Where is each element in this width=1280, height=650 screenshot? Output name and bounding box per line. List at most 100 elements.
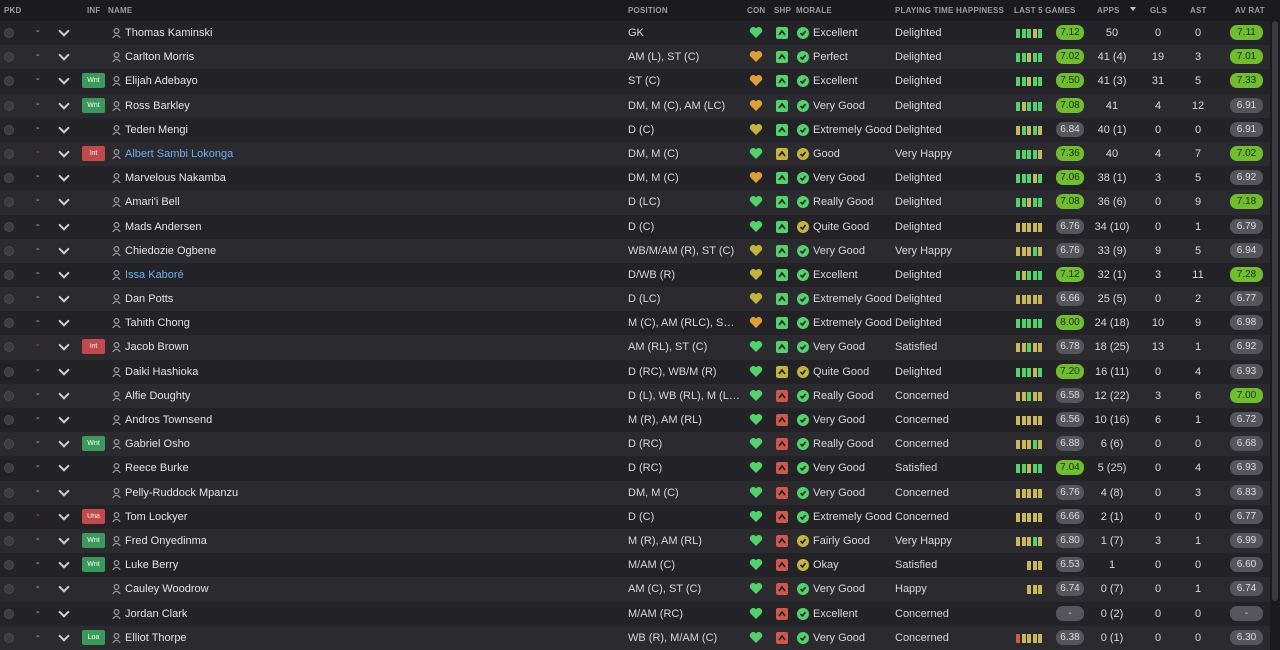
header-ast[interactable]: AST: [1190, 6, 1207, 15]
pick-radio[interactable]: [4, 294, 14, 305]
table-row[interactable]: - Chiedozie Ogbene WB/M/AM (R), ST (C) Very…: [0, 238, 1270, 263]
chevron-down-icon[interactable]: [58, 315, 70, 327]
table-row[interactable]: - Daiki Hashioka D (RC), WB/M (R) Quite Goo…: [0, 359, 1270, 384]
table-row[interactable]: - Loa Elliot Thorpe WB (R), M/AM (C) Very Go…: [0, 625, 1270, 650]
pick-radio[interactable]: [4, 415, 14, 425]
player-name[interactable]: Marvelous Nakamba: [125, 172, 226, 184]
table-row[interactable]: - Wnt Fred Onyedinma M (R), AM (RL) Fairly G…: [0, 528, 1270, 554]
table-row[interactable]: - Alfie Doughty D (L), WB (RL), M (L),... R…: [0, 383, 1270, 408]
player-name[interactable]: Chiedozie Ogbene: [125, 245, 216, 257]
player-name[interactable]: Alfie Doughty: [125, 390, 190, 402]
chevron-down-icon[interactable]: [58, 194, 70, 206]
player-name[interactable]: Teden Mengi: [125, 124, 188, 136]
pick-radio[interactable]: [4, 148, 14, 159]
player-name[interactable]: Elliot Thorpe: [125, 632, 187, 644]
chevron-down-icon[interactable]: [58, 291, 70, 303]
pick-radio[interactable]: [4, 439, 14, 450]
chevron-down-icon[interactable]: [58, 460, 70, 473]
player-name[interactable]: Jacob Brown: [125, 341, 189, 353]
chevron-down-icon[interactable]: [58, 557, 70, 569]
pick-radio[interactable]: [4, 390, 14, 401]
pick-radio[interactable]: [4, 245, 14, 256]
chevron-down-icon[interactable]: [58, 605, 70, 618]
chevron-down-icon[interactable]: [58, 388, 70, 400]
table-row[interactable]: - Issa Kaboré D/WB (R) Excellent Delighted 7.…: [0, 262, 1270, 288]
header-last5[interactable]: LAST 5 GAMES: [1014, 6, 1076, 15]
player-name[interactable]: Elijah Adebayo: [125, 75, 198, 87]
table-row[interactable]: - Una Tom Lockyer D (C) Extremely Good Concer…: [0, 504, 1270, 529]
pick-radio[interactable]: [4, 318, 14, 329]
table-row[interactable]: - Thomas Kaminski GK Excellent Delighted 7.12…: [0, 21, 1270, 46]
pick-radio[interactable]: [4, 511, 14, 522]
pick-radio[interactable]: [4, 342, 14, 353]
chevron-down-icon[interactable]: [58, 533, 70, 545]
chevron-down-icon[interactable]: [58, 122, 70, 134]
table-row[interactable]: - Reece Burke D (RC) Very Good Satisfied 7.04…: [0, 456, 1270, 481]
table-row[interactable]: - Wnt Luke Berry M/AM (C) Okay Satisfied 6.53 1…: [0, 553, 1270, 578]
header-pkd[interactable]: PKD: [4, 6, 22, 15]
chevron-down-icon[interactable]: [58, 412, 70, 424]
chevron-down-icon[interactable]: [58, 25, 70, 37]
header-apps[interactable]: APPS: [1097, 6, 1120, 15]
pick-radio[interactable]: [4, 632, 14, 643]
player-name[interactable]: Mads Andersen: [125, 221, 201, 233]
table-row[interactable]: - Jordan Clark M/AM (RC) Excellent Concerned…: [0, 601, 1270, 626]
chevron-down-icon[interactable]: [58, 146, 70, 158]
table-row[interactable]: - Tahith Chong M (C), AM (RLC), ST (C) Extr…: [0, 311, 1270, 336]
pick-radio[interactable]: [4, 52, 14, 63]
header-morale[interactable]: MORALE: [796, 6, 832, 15]
header-name[interactable]: NAME: [108, 6, 132, 15]
chevron-down-icon[interactable]: [58, 484, 70, 497]
chevron-down-icon[interactable]: [58, 581, 70, 593]
table-row[interactable]: - Andros Townsend M (R), AM (RL) Very Good C…: [0, 408, 1270, 433]
chevron-down-icon[interactable]: [58, 218, 70, 231]
chevron-down-icon[interactable]: [58, 97, 70, 110]
player-name[interactable]: Thomas Kaminski: [125, 27, 212, 39]
table-row[interactable]: - Wnt Gabriel Osho D (RC) Really Good Concern…: [0, 432, 1270, 457]
sort-desc-icon[interactable]: [1130, 7, 1136, 11]
chevron-down-icon[interactable]: [58, 509, 70, 521]
pick-radio[interactable]: [4, 28, 14, 38]
table-row[interactable]: - Wnt Elijah Adebayo ST (C) Excellent Delight…: [0, 69, 1270, 94]
header-con[interactable]: CON: [747, 6, 765, 15]
player-name[interactable]: Tom Lockyer: [125, 511, 187, 523]
table-row[interactable]: - Dan Potts D (LC) Extremely Good Delighted 6…: [0, 287, 1270, 312]
header-avrat[interactable]: AV RAT: [1235, 6, 1265, 15]
pick-radio[interactable]: [4, 584, 14, 595]
header-position[interactable]: POSITION: [628, 6, 668, 15]
player-name[interactable]: Jordan Clark: [125, 608, 187, 620]
player-name[interactable]: Gabriel Osho: [125, 438, 190, 450]
player-name[interactable]: Luke Berry: [125, 559, 178, 571]
player-name[interactable]: Cauley Woodrow: [125, 583, 209, 595]
player-name[interactable]: Albert Sambi Lokonga: [125, 148, 233, 160]
player-name[interactable]: Fred Onyedinma: [125, 535, 207, 547]
pick-radio[interactable]: [4, 76, 14, 87]
header-inf[interactable]: INF: [87, 6, 101, 15]
player-name[interactable]: Daiki Hashioka: [125, 366, 198, 378]
player-name[interactable]: Tahith Chong: [125, 317, 190, 329]
table-row[interactable]: - Teden Mengi D (C) Extremely Good Delighted…: [0, 117, 1270, 142]
chevron-down-icon[interactable]: [58, 630, 70, 642]
header-gls[interactable]: GLS: [1150, 6, 1167, 15]
chevron-down-icon[interactable]: [58, 436, 70, 448]
chevron-down-icon[interactable]: [58, 170, 70, 182]
player-name[interactable]: Carlton Morris: [125, 51, 194, 63]
player-name[interactable]: Pelly-Ruddock Mpanzu: [125, 487, 238, 499]
pick-radio[interactable]: [4, 221, 14, 232]
pick-radio[interactable]: [4, 124, 14, 135]
table-row[interactable]: - Marvelous Nakamba DM, M (C) Very Good Deli…: [0, 166, 1270, 191]
table-row[interactable]: - Wnt Ross Barkley DM, M (C), AM (LC) Very G…: [0, 93, 1270, 118]
chevron-down-icon[interactable]: [58, 243, 70, 255]
pick-radio[interactable]: [4, 269, 14, 280]
table-row[interactable]: - Int Jacob Brown AM (RL), ST (C) Very Good S…: [0, 335, 1270, 360]
player-name[interactable]: Amari'i Bell: [125, 196, 180, 208]
table-row[interactable]: - Amari'i Bell D (LC) Really Good Delighted 7…: [0, 190, 1270, 215]
pick-radio[interactable]: [4, 535, 14, 546]
pick-radio[interactable]: [4, 197, 14, 208]
table-row[interactable]: - Pelly-Ruddock Mpanzu DM, M (C) Very Good C…: [0, 480, 1270, 505]
pick-radio[interactable]: [4, 100, 14, 111]
scrollbar[interactable]: [1272, 21, 1278, 601]
player-name[interactable]: Reece Burke: [125, 462, 189, 474]
chevron-down-icon[interactable]: [58, 363, 70, 376]
pick-radio[interactable]: [4, 366, 14, 377]
